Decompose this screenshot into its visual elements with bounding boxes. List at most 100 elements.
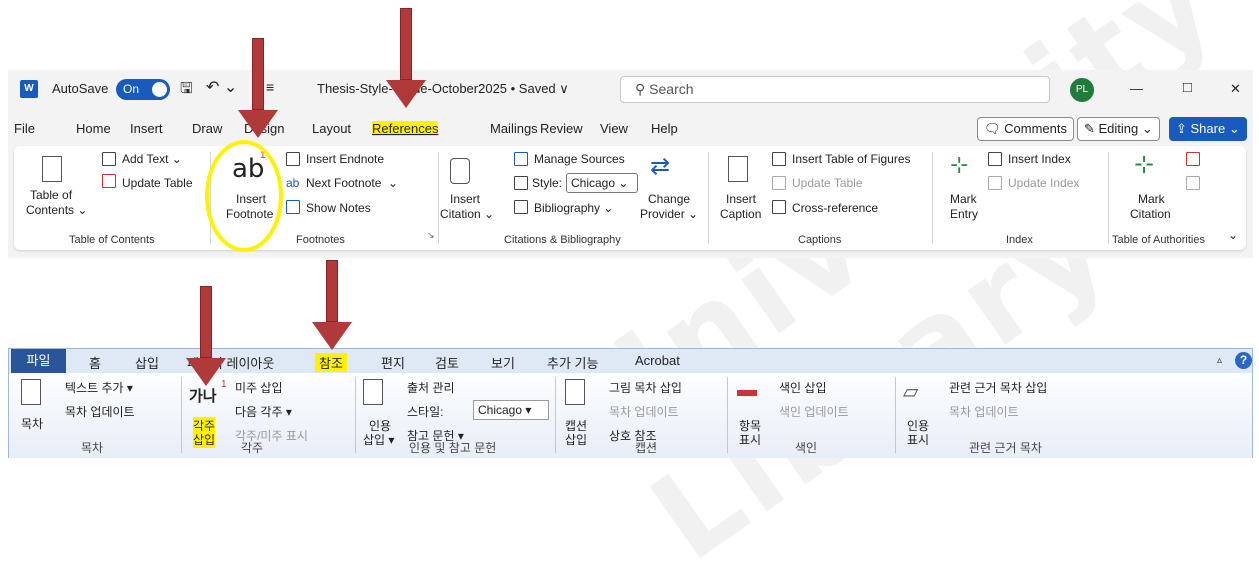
update-toc-button-kr[interactable]: 목차 업데이트 [65,403,135,420]
citations-group-label: Citations & Bibliography [504,234,621,246]
insert-endnote-button[interactable]: Insert Endnote [306,152,384,166]
undo-icon[interactable]: ↶ ⌄ [206,77,237,97]
tab-insert[interactable]: Insert [130,121,163,136]
minimize-button[interactable]: — [1130,81,1143,96]
manage-sources-kr[interactable]: 출처 관리 [407,379,455,396]
mark-citation-icon-kr: ▱ [903,381,919,403]
help-icon[interactable]: ? [1235,352,1252,369]
index-group-label: Index [1006,234,1033,246]
citation-group-kr: 인용 및 참고 문헌 [409,441,497,455]
change-provider-line2[interactable]: Provider ⌄ [640,207,698,221]
collapse-ribbon-chevron-icon[interactable]: ⌄ [1228,228,1238,242]
mark-citation-line2[interactable]: Citation [1130,207,1171,221]
next-footnote-kr[interactable]: 다음 각주 ▾ [235,403,292,420]
insert-caption-line2[interactable]: Caption [720,207,761,221]
mark-entry-icon-kr: ▬ [737,379,757,401]
insert-caption-kr-2[interactable]: 삽입 [565,431,587,448]
insert-caption-line1[interactable]: Insert [726,192,756,206]
insert-citation-line2[interactable]: Citation ⌄ [440,207,494,221]
add-text-icon [102,152,116,166]
maximize-button[interactable]: □ [1183,79,1192,96]
style-select[interactable]: Chicago ⌄ [566,173,638,193]
cross-reference-button[interactable]: Cross-reference [792,201,878,215]
insert-table-of-figures-button[interactable]: Insert Table of Figures [792,152,911,166]
insert-tof-kr[interactable]: 그림 목차 삽입 [609,379,682,396]
dialog-launcher-icon[interactable]: ↘ [427,230,435,241]
update-table-button[interactable]: Update Table [122,176,193,190]
mark-citation-kr-2[interactable]: 표시 [907,431,929,448]
share-button[interactable]: ⇪ Share ⌄ [1169,117,1247,141]
tab-home-kr[interactable]: 홈 [89,353,101,372]
user-avatar[interactable]: PL [1070,78,1094,102]
change-provider-line1[interactable]: Change [648,192,690,206]
manage-sources-icon [514,152,528,166]
tab-mailings[interactable]: Mailings [490,121,538,136]
tab-addins-kr[interactable]: 추가 기능 [547,353,598,372]
insert-index-icon [988,152,1002,166]
separator [438,152,439,244]
mark-entry-line2[interactable]: Entry [950,207,978,221]
bibliography-button[interactable]: Bibliography ⌄ [534,201,613,215]
insert-citation-icon [450,158,470,184]
style-label-kr: 스타일: [407,405,444,419]
update-index-icon [988,176,1002,190]
tab-review-kr[interactable]: 검토 [435,353,459,372]
save-icon[interactable]: 🖫 [180,78,193,103]
add-text-button-kr[interactable]: 텍스트 추가 ▾ [65,379,133,396]
mark-citation-line1[interactable]: Mark [1138,192,1165,206]
tab-view[interactable]: View [600,121,628,136]
insert-toa-icon[interactable] [1186,152,1200,166]
tab-insert-kr[interactable]: 삽입 [135,353,159,372]
tab-file[interactable]: File [14,121,35,136]
style-icon [514,176,528,190]
bibliography-icon [514,200,528,214]
title-bar: W AutoSave On 🖫 ↶ ⌄ ≡ Thesis-Style-Guide… [8,70,1253,108]
tab-view-kr[interactable]: 보기 [491,353,515,372]
tab-help[interactable]: Help [651,121,678,136]
insert-endnote-kr[interactable]: 미주 삽입 [235,379,283,396]
manage-sources-button[interactable]: Manage Sources [534,152,625,166]
next-footnote-chevron-icon[interactable]: ⌄ [388,176,398,190]
tab-draw[interactable]: Draw [192,121,222,136]
comments-button[interactable]: 🗨 Comments [977,117,1074,141]
style-select-kr[interactable]: Chicago ▾ [473,400,549,420]
search-input[interactable]: ⚲ Search [620,76,1050,103]
pencil-icon: ✎ [1084,121,1099,136]
tab-review[interactable]: Review [540,121,583,136]
insert-index-button[interactable]: Insert Index [1008,152,1071,166]
toc-button-line2[interactable]: Contents ⌄ [26,203,87,217]
mark-entry-line1[interactable]: Mark [950,192,977,206]
insert-footnote-kr-2[interactable]: 삽입 [193,431,216,448]
insert-toa-kr[interactable]: 관련 근거 목차 삽입 [949,379,1047,396]
add-text-button[interactable]: Add Text ⌄ [122,152,182,166]
insert-citation-kr-2[interactable]: 삽입 ▾ [363,431,394,448]
insert-citation-line1[interactable]: Insert [450,192,480,206]
editing-button[interactable]: ✎ Editing ⌄ [1077,117,1160,141]
authorities-group-kr: 관련 근거 목차 [969,441,1042,455]
tab-home[interactable]: Home [76,121,111,136]
toc-button-line1[interactable]: Table of [30,188,72,202]
mark-entry-kr-2[interactable]: 표시 [739,431,761,448]
mark-entry-icon: ⊹ [950,152,969,177]
update-table-icon [772,176,786,190]
tab-references-kr[interactable]: 참조 [315,353,347,372]
show-notes-button[interactable]: Show Notes [306,201,371,215]
document-title[interactable]: Thesis-Style-Guide-October2025 • Saved ∨ [317,81,569,97]
close-button[interactable]: ✕ [1230,81,1241,97]
insert-index-kr[interactable]: 색인 삽입 [779,379,827,396]
authorities-group-label: Table of Authorities [1112,234,1205,246]
toc-button-kr[interactable]: 목차 [21,415,43,432]
next-footnote-button[interactable]: Next Footnote [306,176,381,190]
menu-bar: File Home Insert Draw Design Layout Refe… [8,110,1253,146]
word-app-icon: W [20,80,38,98]
autosave-toggle[interactable]: On [116,79,170,100]
tab-mailings-kr[interactable]: 편지 [381,353,405,372]
tab-layout[interactable]: Layout [312,121,351,136]
tab-acrobat-kr[interactable]: Acrobat [635,353,680,368]
collapse-icon[interactable]: ▵ [1217,355,1222,366]
tab-references[interactable]: References [372,121,439,136]
update-toa-kr: 목차 업데이트 [949,405,1019,419]
word-window: W AutoSave On 🖫 ↶ ⌄ ≡ Thesis-Style-Guide… [8,70,1253,258]
annotation-arrow [186,286,226,386]
tab-file-kr[interactable]: 파일 [11,349,66,373]
